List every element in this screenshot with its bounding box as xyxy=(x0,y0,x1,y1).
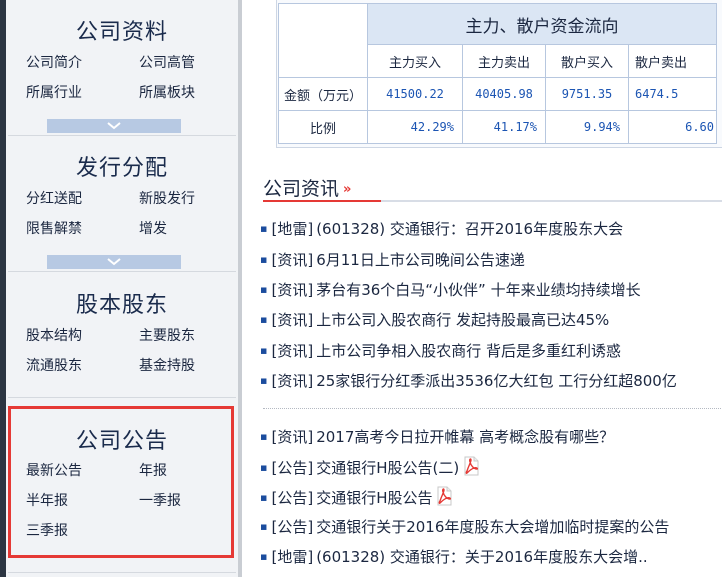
double-arrow-icon: » xyxy=(343,182,352,197)
sidebar: 公司资料 公司简介 公司高管 所属行业 所属板块 发行分配 分红送配 新股发行 … xyxy=(0,0,242,577)
news-list-item[interactable]: ▪ [公告] 交通银行H股公告 xyxy=(260,486,453,508)
section-title-company-profile: 公司资料 xyxy=(75,20,168,45)
table-cell: 41500.22 xyxy=(367,77,463,111)
news-list-item[interactable]: ▪ [资讯] 上市公司入股农商行 发起持股最高已达45% xyxy=(260,309,609,330)
table-cell: 9.94% xyxy=(545,110,629,144)
link-float-shareholders[interactable]: 流通股东 xyxy=(26,355,82,375)
news-dotted-divider xyxy=(263,408,722,409)
table-cell: 6474.5 xyxy=(628,77,717,111)
bullet-icon: ▪ xyxy=(260,253,268,266)
news-headline[interactable]: 上市公司入股农商行 发起持股最高已达45% xyxy=(316,311,609,329)
fund-flow-table: 主力、散户资金流向 主力买入 主力卖出 散户买入 散户卖出 金额（万元） 415… xyxy=(278,3,717,144)
bullet-icon: ▪ xyxy=(260,430,268,443)
bullet-icon: ▪ xyxy=(260,222,268,235)
bullet-icon: ▪ xyxy=(260,313,268,326)
main-content: 主力、散户资金流向 主力买入 主力卖出 散户买入 散户卖出 金额（万元） 415… xyxy=(242,0,722,577)
row-label: 比例 xyxy=(278,110,368,144)
section-divider xyxy=(8,271,236,272)
column-header: 主力卖出 xyxy=(462,44,546,78)
news-list-item[interactable]: ▪ [资讯] 25家银行分红季派出3536亿大红包 工行分红超800亿 xyxy=(260,370,677,391)
news-headline[interactable]: (601328) 交通银行：召开2016年度股东大会 xyxy=(316,220,623,238)
expand-button-company-profile[interactable] xyxy=(47,119,181,133)
link-dividends[interactable]: 分红送配 xyxy=(26,188,82,208)
link-additional-issue[interactable]: 增发 xyxy=(139,218,167,238)
table-corner xyxy=(278,3,368,45)
column-header: 散户买入 xyxy=(545,44,629,78)
table-cell: 6.60 xyxy=(628,110,717,144)
link-lockup-release[interactable]: 限售解禁 xyxy=(26,218,82,238)
news-tag: [地雷] xyxy=(271,220,314,238)
news-list-item[interactable]: ▪ [资讯] 茅台有36个白马“小伙伴” 十年来业绩均持续增长 xyxy=(260,279,641,300)
news-tag: [资讯] xyxy=(271,311,314,329)
link-company-executives[interactable]: 公司高管 xyxy=(139,52,195,72)
news-tag: [公告] xyxy=(271,459,314,477)
news-tag: [资讯] xyxy=(271,251,314,269)
highlight-box xyxy=(8,406,234,558)
news-list-item[interactable]: ▪ [地雷] (601328) 交通银行：召开2016年度股东大会 xyxy=(260,218,623,239)
link-new-issue[interactable]: 新股发行 xyxy=(139,188,195,208)
bullet-icon: ▪ xyxy=(260,520,268,533)
news-title-text: 公司资讯 xyxy=(263,178,340,200)
bullet-icon: ▪ xyxy=(260,344,268,357)
bullet-icon: ▪ xyxy=(260,461,268,474)
table-row: 金额（万元） 41500.22 40405.98 9751.35 6474.5 xyxy=(278,77,717,111)
row-label: 金额（万元） xyxy=(278,77,368,111)
news-list-item[interactable]: ▪ [资讯] 2017高考今日拉开帷幕 高考概念股有哪些？ xyxy=(260,426,614,447)
news-tag: [资讯] xyxy=(271,428,314,446)
pdf-icon[interactable] xyxy=(435,486,453,506)
news-section-title[interactable]: 公司资讯» xyxy=(263,174,351,201)
news-tag: [资讯] xyxy=(271,281,314,299)
fund-flow-caption: 主力、散户资金流向 xyxy=(367,3,717,45)
chevron-down-icon xyxy=(107,122,121,130)
news-headline[interactable]: 2017高考今日拉开帷幕 高考概念股有哪些？ xyxy=(316,428,614,446)
table-cell: 41.17% xyxy=(462,110,546,144)
section-divider xyxy=(8,572,236,573)
link-fund-holdings[interactable]: 基金持股 xyxy=(139,355,195,375)
table-row: 比例 42.29% 41.17% 9.94% 6.60 xyxy=(278,110,717,144)
news-headline[interactable]: 25家银行分红季派出3536亿大红包 工行分红超800亿 xyxy=(316,372,677,390)
section-divider xyxy=(8,397,236,398)
table-corner xyxy=(278,44,368,78)
table-cell: 9751.35 xyxy=(545,77,629,111)
news-list-item[interactable]: ▪ [资讯] 上市公司争相入股农商行 背后是多重红利诱惑 xyxy=(260,340,621,361)
news-headline[interactable]: 茅台有36个白马“小伙伴” 十年来业绩均持续增长 xyxy=(316,281,640,299)
link-company-intro[interactable]: 公司简介 xyxy=(26,52,82,72)
news-list-item[interactable]: ▪ [地雷] (601328) 交通银行：关于2016年度股东大会增.. xyxy=(260,546,648,567)
news-headline[interactable]: 交通银行H股公告(二) xyxy=(316,459,459,477)
expand-button-issuance[interactable] xyxy=(47,255,181,269)
link-industry[interactable]: 所属行业 xyxy=(26,82,82,102)
bullet-icon: ▪ xyxy=(260,283,268,296)
section-divider xyxy=(8,135,236,136)
link-sector[interactable]: 所属板块 xyxy=(139,82,195,102)
bullet-icon: ▪ xyxy=(260,550,268,563)
section-title-issuance: 发行分配 xyxy=(75,156,168,181)
news-title-underline xyxy=(263,200,722,202)
table-cell: 42.29% xyxy=(367,110,463,144)
news-tag: [公告] xyxy=(271,489,314,507)
news-list-item[interactable]: ▪ [公告] 交通银行关于2016年度股东大会增加临时提案的公告 xyxy=(260,516,669,537)
news-tag: [地雷] xyxy=(271,548,314,566)
bullet-icon: ▪ xyxy=(260,491,268,504)
column-header: 散户卖出 xyxy=(628,44,717,78)
news-tag: [公告] xyxy=(271,518,314,536)
pdf-icon[interactable] xyxy=(462,456,480,476)
news-list-item[interactable]: ▪ [资讯] 6月11日上市公司晚间公告速递 xyxy=(260,249,525,270)
news-headline[interactable]: 上市公司争相入股农商行 背后是多重红利诱惑 xyxy=(316,342,621,360)
news-headline[interactable]: 6月11日上市公司晚间公告速递 xyxy=(316,251,525,269)
table-cell: 40405.98 xyxy=(462,77,546,111)
bullet-icon: ▪ xyxy=(260,374,268,387)
link-major-shareholders[interactable]: 主要股东 xyxy=(139,325,195,345)
news-tag: [资讯] xyxy=(271,372,314,390)
news-headline[interactable]: 交通银行H股公告 xyxy=(316,489,432,507)
news-headline[interactable]: (601328) 交通银行：关于2016年度股东大会增.. xyxy=(316,548,647,566)
news-headline[interactable]: 交通银行关于2016年度股东大会增加临时提案的公告 xyxy=(316,518,669,536)
column-header: 主力买入 xyxy=(367,44,463,78)
section-title-shareholders: 股本股东 xyxy=(75,293,168,318)
news-list-item[interactable]: ▪ [公告] 交通银行H股公告(二) xyxy=(260,456,480,478)
chevron-down-icon xyxy=(107,258,121,266)
sidebar-left-edge xyxy=(0,0,6,577)
news-tag: [资讯] xyxy=(271,342,314,360)
link-share-structure[interactable]: 股本结构 xyxy=(26,325,82,345)
